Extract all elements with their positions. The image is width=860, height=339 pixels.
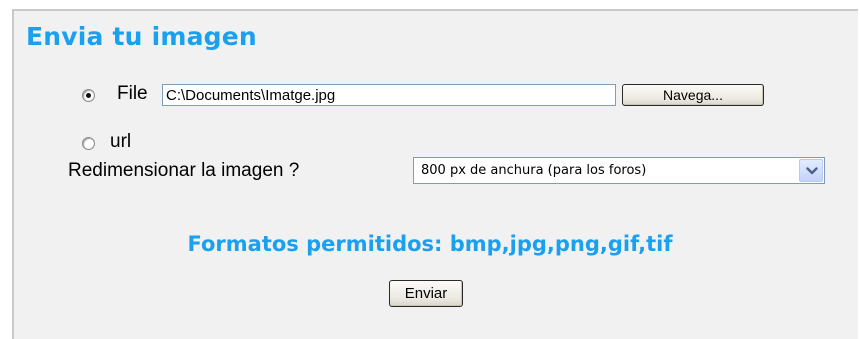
- radio-selected-dot: [86, 93, 91, 98]
- submit-button[interactable]: Enviar: [389, 280, 463, 307]
- file-option-label: File: [117, 83, 148, 104]
- browse-button[interactable]: Navega...: [622, 84, 764, 106]
- resize-select-value: 800 px de anchura (para los foros): [421, 163, 647, 178]
- url-option-label: url: [110, 131, 132, 152]
- dropdown-button[interactable]: [799, 159, 823, 182]
- chevron-down-icon: [806, 167, 818, 175]
- file-radio[interactable]: [82, 89, 95, 102]
- allowed-formats-text: Formatos permitidos: bmp,jpg,png,gif,tif: [187, 232, 673, 256]
- url-radio[interactable]: [82, 137, 95, 150]
- resize-label: Redimensionar la imagen ?: [68, 160, 300, 181]
- file-path-input[interactable]: C:\Documents\Imatge.jpg: [162, 84, 616, 106]
- page-title: Envia tu imagen: [26, 22, 257, 51]
- resize-select[interactable]: 800 px de anchura (para los foros): [413, 157, 825, 184]
